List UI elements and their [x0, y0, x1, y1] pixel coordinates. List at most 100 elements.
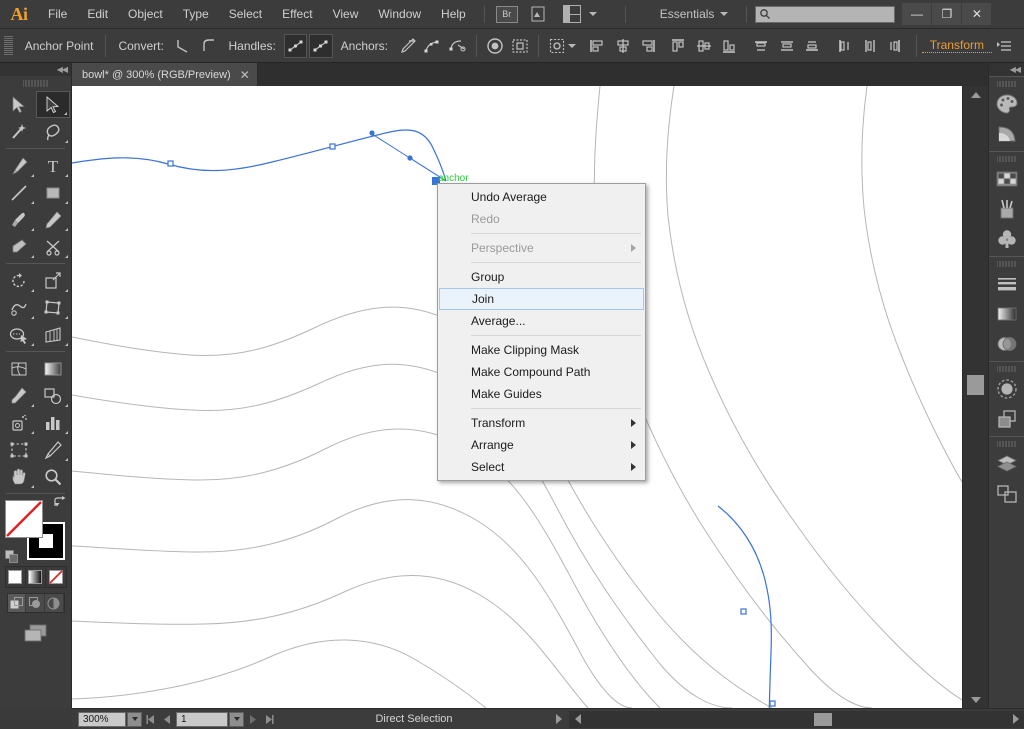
draw-normal-button[interactable]	[8, 594, 27, 612]
artboard-dropdown[interactable]	[229, 712, 244, 727]
align-left-icon[interactable]	[586, 34, 609, 58]
rectangle-tool[interactable]	[36, 179, 70, 206]
distribute-bottom-icon[interactable]	[800, 34, 823, 58]
artboard-number-input[interactable]: 1	[176, 712, 228, 727]
slice-tool[interactable]	[36, 436, 70, 463]
search-input[interactable]	[755, 6, 895, 23]
menu-help[interactable]: Help	[431, 0, 476, 29]
horizontal-scroll-thumb[interactable]	[814, 713, 832, 726]
distribute-right-icon[interactable]	[883, 34, 906, 58]
gradient-panel-icon[interactable]	[989, 299, 1024, 329]
swatches-panel-icon[interactable]	[989, 164, 1024, 194]
scroll-right-button[interactable]	[1007, 714, 1024, 724]
color-panel-icon[interactable]	[989, 89, 1024, 119]
tools-panel-grip[interactable]	[23, 78, 49, 88]
context-menu-item-group[interactable]: Group	[438, 266, 645, 288]
menu-view[interactable]: View	[323, 0, 369, 29]
menu-select[interactable]: Select	[219, 0, 272, 29]
align-center-h-icon[interactable]	[611, 34, 634, 58]
zoom-level-input[interactable]: 300%	[78, 712, 126, 727]
cut-path-icon[interactable]	[447, 34, 470, 58]
context-menu[interactable]: Undo Average Redo Perspective Group Join…	[437, 183, 646, 481]
align-top-icon[interactable]	[667, 34, 690, 58]
menu-type[interactable]: Type	[173, 0, 219, 29]
restore-button[interactable]: ❐	[932, 3, 961, 25]
distribute-center-v-icon[interactable]	[775, 34, 798, 58]
panel-group-grip-3[interactable]	[997, 259, 1017, 268]
transform-link[interactable]: Transform	[922, 38, 992, 53]
context-menu-item-make-clipping-mask[interactable]: Make Clipping Mask	[438, 339, 645, 361]
distribute-left-icon[interactable]	[833, 34, 856, 58]
direct-selection-tool[interactable]	[36, 91, 70, 118]
blend-tool[interactable]	[36, 382, 70, 409]
canvas-vertical-scrollbar[interactable]	[962, 86, 988, 708]
symbols-panel-icon[interactable]	[989, 224, 1024, 254]
line-segment-tool[interactable]	[2, 179, 36, 206]
gradient-tool[interactable]	[36, 355, 70, 382]
distribute-center-h-icon[interactable]	[858, 34, 881, 58]
blob-brush-tool[interactable]	[2, 233, 36, 260]
change-screen-mode-button[interactable]	[21, 621, 51, 645]
rotate-tool[interactable]	[2, 267, 36, 294]
artboard-tool[interactable]	[2, 436, 36, 463]
context-menu-item-undo-average[interactable]: Undo Average	[438, 186, 645, 208]
perspective-grid-tool[interactable]	[36, 321, 70, 348]
default-fill-stroke-icon[interactable]	[5, 550, 19, 564]
zoom-tool[interactable]	[36, 463, 70, 490]
align-right-icon[interactable]	[636, 34, 659, 58]
context-menu-item-select[interactable]: Select	[438, 456, 645, 478]
minimize-button[interactable]: —	[902, 3, 931, 25]
collapse-panel-icon[interactable]: ◀◀	[57, 65, 67, 74]
layers-panel-icon[interactable]	[989, 449, 1024, 479]
none-swatch-button[interactable]	[46, 567, 65, 587]
first-artboard-button[interactable]	[142, 711, 159, 728]
menu-object[interactable]: Object	[118, 0, 173, 29]
swap-fill-stroke-icon[interactable]	[54, 496, 67, 512]
show-handles-icon[interactable]	[284, 34, 307, 58]
arrange-documents-button[interactable]	[559, 5, 597, 23]
pencil-tool[interactable]	[36, 206, 70, 233]
transparency-panel-icon[interactable]	[989, 329, 1024, 359]
convert-to-corner-icon[interactable]	[172, 34, 195, 58]
color-guide-panel-icon[interactable]	[989, 119, 1024, 149]
align-bottom-icon[interactable]	[717, 34, 740, 58]
symbol-sprayer-tool[interactable]	[2, 409, 36, 436]
eyedropper-tool[interactable]	[2, 382, 36, 409]
context-menu-item-transform[interactable]: Transform	[438, 412, 645, 434]
menu-file[interactable]: File	[38, 0, 77, 29]
hand-tool[interactable]	[2, 463, 36, 490]
expand-panels-icon[interactable]: ◀◀	[1010, 65, 1020, 74]
connect-anchor-icon[interactable]	[421, 34, 444, 58]
bridge-icon[interactable]: Br	[496, 6, 518, 23]
context-menu-item-make-compound-path[interactable]: Make Compound Path	[438, 361, 645, 383]
context-menu-item-average[interactable]: Average...	[438, 310, 645, 332]
remove-anchor-icon[interactable]	[396, 34, 419, 58]
zoom-level-dropdown[interactable]	[127, 712, 142, 727]
panel-group-grip-5[interactable]	[997, 439, 1017, 448]
close-button[interactable]: ✕	[962, 3, 991, 25]
canvas-horizontal-scrollbar[interactable]	[569, 711, 1024, 728]
vertical-scroll-thumb[interactable]	[967, 375, 984, 395]
convert-to-smooth-icon[interactable]	[197, 34, 220, 58]
scroll-up-button[interactable]	[963, 86, 989, 103]
fill-swatch[interactable]	[5, 500, 43, 538]
distribute-top-icon[interactable]	[750, 34, 773, 58]
eraser-tool[interactable]	[36, 233, 70, 260]
scale-tool[interactable]	[36, 267, 70, 294]
isolate-object-icon[interactable]	[483, 34, 506, 58]
mesh-tool[interactable]	[2, 355, 36, 382]
context-menu-item-arrange[interactable]: Arrange	[438, 434, 645, 456]
gradient-swatch-button[interactable]	[26, 567, 46, 587]
panel-group-grip[interactable]	[997, 79, 1017, 88]
scroll-left-button[interactable]	[569, 714, 586, 724]
magic-wand-tool[interactable]	[2, 118, 36, 145]
panel-group-grip-4[interactable]	[997, 364, 1017, 373]
shape-builder-tool[interactable]	[2, 321, 36, 348]
appearance-panel-icon[interactable]	[989, 374, 1024, 404]
free-transform-tool[interactable]	[36, 294, 70, 321]
last-artboard-button[interactable]	[261, 711, 278, 728]
type-tool[interactable]: T	[36, 152, 70, 179]
align-to-selection-button[interactable]	[544, 34, 576, 58]
control-bar-grip[interactable]	[4, 36, 13, 56]
document-tab[interactable]: bowl* @ 300% (RGB/Preview) ✕	[72, 63, 258, 86]
